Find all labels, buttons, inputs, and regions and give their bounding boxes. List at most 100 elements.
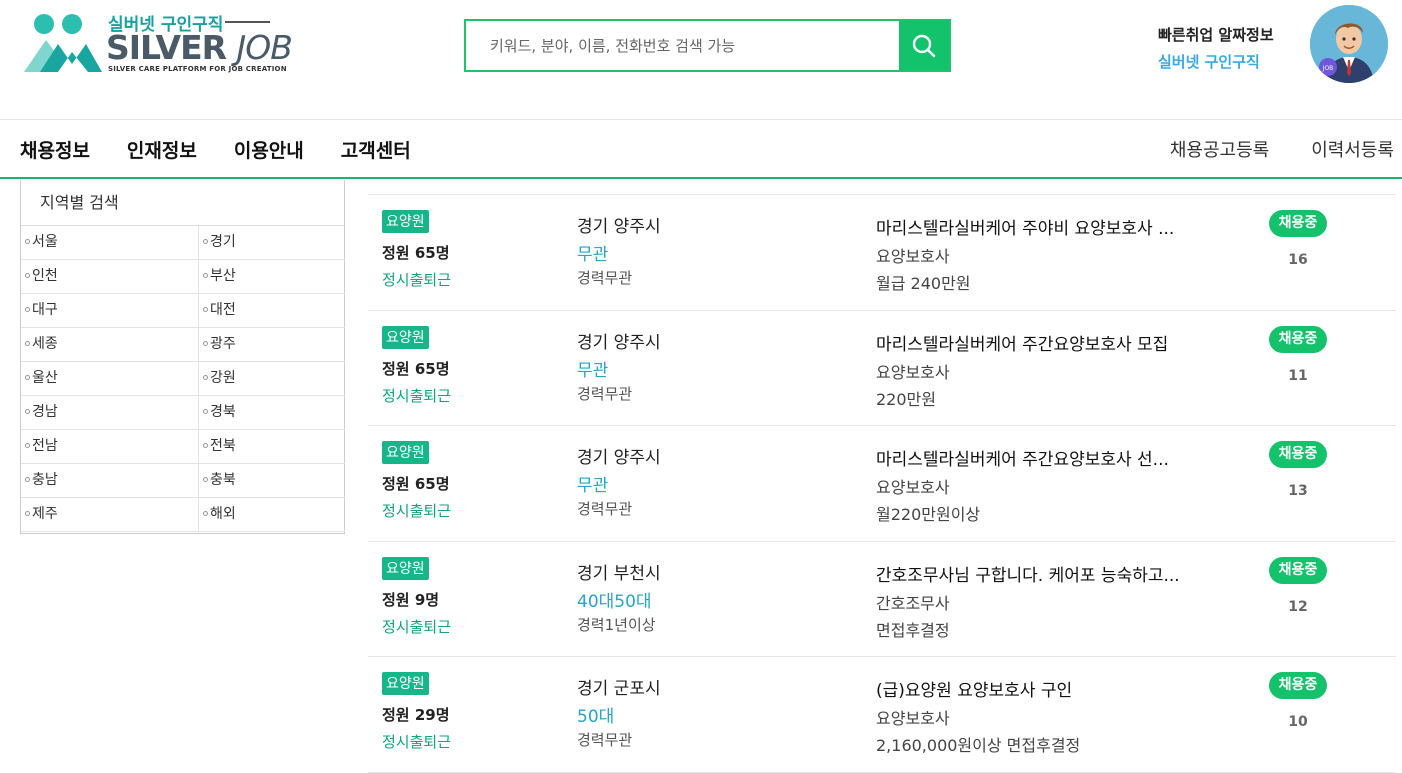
status-badge: 채용중 [1269, 556, 1327, 584]
job-title-link[interactable]: 마리스텔라실버케어 주야비 요양보호사 ... [876, 214, 1174, 239]
region-label: 제주 [32, 506, 58, 522]
businessman-avatar-icon: JOB [1310, 5, 1388, 83]
shift-text: 정시출퇴근 [382, 733, 452, 751]
job-listing-row[interactable]: 요양원 정원 29명 정시출퇴근 경기 군포시 50대 경력무관 (급)요양원 … [368, 657, 1396, 773]
job-type-text: 요양보호사 [876, 709, 950, 728]
region-item-overseas[interactable]: 해외 [199, 498, 345, 532]
location-text: 경기 양주시 [577, 217, 661, 237]
nav-item-guide[interactable]: 이용안내 [234, 136, 304, 163]
region-item-gyeonggi[interactable]: 경기 [199, 226, 345, 260]
job-listing-row[interactable]: 요양원 정원 65명 정시출퇴근 경기 양주시 무관 경력무관 마리스텔라실버케… [368, 311, 1396, 426]
job-listing-row[interactable]: 요양원 정원 9명 정시출퇴근 경기 부천시 40대50대 경력1년이상 간호조… [368, 542, 1396, 657]
search-bar [464, 19, 951, 72]
age-text: 무관 [577, 476, 609, 496]
nav-item-jobs[interactable]: 채용정보 [20, 136, 90, 163]
avatar-badge: JOB [1322, 65, 1334, 72]
status-badge: 채용중 [1269, 672, 1327, 699]
category-badge: 요양원 [382, 210, 429, 233]
nav-item-support[interactable]: 고객센터 [341, 136, 411, 163]
quick-info[interactable]: 빠른취업 알짜정보 실버넷 구인구직 [1158, 24, 1274, 72]
region-item-jeonnam[interactable]: 전남 [21, 430, 199, 464]
region-label: 대전 [210, 302, 236, 318]
bullet-icon [203, 408, 208, 414]
job-title-link[interactable]: 마리스텔라실버케어 주간요양보호사 모집 [876, 330, 1168, 355]
experience-text: 경력무관 [577, 500, 633, 518]
nav-primary: 채용정보 인재정보 이용안내 고객센터 [20, 120, 411, 178]
category-badge: 요양원 [382, 556, 429, 580]
job-listing-row[interactable]: 요양원 정원 65명 정시출퇴근 경기 양주시 무관 경력무관 마리스텔라실버케… [368, 426, 1396, 542]
region-item-busan[interactable]: 부산 [199, 260, 345, 294]
region-item-gyeongbuk[interactable]: 경북 [199, 396, 345, 430]
quick-info-line1: 빠른취업 알짜정보 [1158, 26, 1274, 44]
age-text: 50대 [577, 707, 615, 727]
job-title-link[interactable]: (급)요양원 요양보호사 구인 [876, 676, 1072, 701]
age-text: 무관 [577, 245, 609, 265]
region-item-gwangju[interactable]: 광주 [199, 328, 345, 362]
bullet-icon [203, 306, 208, 312]
shift-text: 정시출퇴근 [382, 271, 452, 289]
search-input[interactable] [466, 21, 899, 70]
bullet-icon [25, 272, 30, 278]
job-type-text: 요양보호사 [876, 478, 950, 497]
bullet-icon [25, 340, 30, 346]
region-item-ulsan[interactable]: 울산 [21, 362, 199, 396]
nav-item-post-job[interactable]: 채용공고등록 [1170, 136, 1269, 162]
bullet-icon [25, 476, 30, 482]
bullet-icon [203, 476, 208, 482]
nav-item-post-resume[interactable]: 이력서등록 [1311, 136, 1394, 162]
age-text: 40대50대 [577, 591, 652, 612]
region-label: 경북 [210, 404, 236, 420]
shift-text: 정시출퇴근 [382, 386, 452, 405]
region-item-chungnam[interactable]: 충남 [21, 464, 199, 498]
avatar[interactable]: JOB [1310, 5, 1388, 83]
region-label: 서울 [32, 234, 58, 250]
category-badge: 요양원 [382, 325, 429, 349]
pay-text: 면접후결정 [876, 620, 950, 640]
region-item-sejong[interactable]: 세종 [21, 328, 199, 362]
bullet-icon [25, 238, 30, 244]
view-count: 10 [1288, 714, 1308, 730]
region-item-chungbuk[interactable]: 충북 [199, 464, 345, 498]
job-title-link[interactable]: 마리스텔라실버케어 주간요양보호사 선... [876, 445, 1169, 470]
search-icon [912, 34, 936, 57]
logo-divider [225, 21, 270, 23]
search-button[interactable] [899, 21, 949, 70]
site-header: 실버넷 구인구직 SILVER JOB SILVER CARE PLATFORM… [0, 0, 1402, 118]
view-count: 16 [1288, 252, 1308, 268]
region-item-daejeon[interactable]: 대전 [199, 294, 345, 328]
job-type-text: 간호조무사 [876, 593, 950, 613]
site-logo[interactable]: 실버넷 구인구직 SILVER JOB SILVER CARE PLATFORM… [20, 8, 293, 78]
shift-text: 정시출퇴근 [382, 502, 452, 520]
location-text: 경기 양주시 [577, 448, 661, 468]
region-item-jeonbuk[interactable]: 전북 [199, 430, 345, 464]
pay-text: 월220만원이상 [876, 505, 981, 524]
region-label: 해외 [210, 506, 236, 522]
capacity-text: 정원 65명 [382, 244, 450, 262]
region-search-title: 지역별 검색 [21, 180, 344, 226]
region-search-panel: 지역별 검색 서울 경기 인천 부산 대구 대전 세종 광주 울산 강원 경남 … [20, 180, 345, 534]
job-title-link[interactable]: 간호조무사님 구합니다. 케어포 능숙하고... [876, 561, 1180, 586]
region-item-daegu[interactable]: 대구 [21, 294, 199, 328]
location-text: 경기 군포시 [577, 679, 661, 699]
view-count: 11 [1288, 367, 1308, 384]
logo-tagline: SILVER CARE PLATFORM FOR JOB CREATION [108, 65, 287, 73]
region-label: 부산 [210, 268, 236, 284]
region-item-incheon[interactable]: 인천 [21, 260, 199, 294]
region-label: 경기 [210, 234, 236, 250]
pay-text: 2,160,000원이상 면접후결정 [876, 736, 1081, 755]
quick-info-line2: 실버넷 구인구직 [1158, 53, 1260, 71]
region-item-gangwon[interactable]: 강원 [199, 362, 345, 396]
nav-item-talent[interactable]: 인재정보 [127, 136, 197, 163]
job-listing-row[interactable]: 요양원 정원 65명 정시출퇴근 경기 양주시 무관 경력무관 마리스텔라실버케… [368, 195, 1396, 311]
job-type-text: 요양보호사 [876, 362, 950, 382]
status-badge: 채용중 [1269, 441, 1327, 468]
location-text: 경기 부천시 [577, 563, 661, 584]
bullet-icon [203, 238, 208, 244]
bullet-icon [25, 306, 30, 312]
region-label: 광주 [210, 336, 236, 352]
region-item-jeju[interactable]: 제주 [21, 498, 199, 532]
region-item-seoul[interactable]: 서울 [21, 226, 199, 260]
main-nav: 채용정보 인재정보 이용안내 고객센터 채용공고등록 이력서등록 [0, 119, 1402, 179]
capacity-text: 정원 65명 [382, 359, 450, 378]
region-item-gyeongnam[interactable]: 경남 [21, 396, 199, 430]
